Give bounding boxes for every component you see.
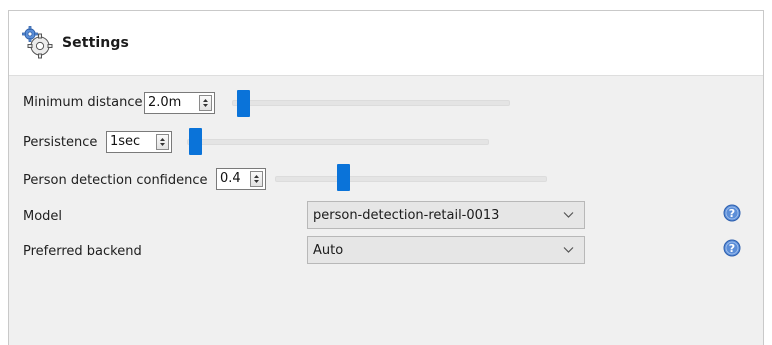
persistence-value: 1sec: [110, 134, 141, 149]
persistence-slider-thumb[interactable]: [189, 128, 202, 155]
persistence-spinbox[interactable]: 1sec: [106, 131, 172, 153]
model-dropdown[interactable]: person-detection-retail-0013: [307, 201, 585, 229]
min-distance-slider-thumb[interactable]: [237, 90, 250, 117]
model-label: Model: [23, 209, 63, 224]
confidence-spin-buttons[interactable]: [250, 171, 263, 187]
spin-arrows-icon: [203, 99, 208, 107]
svg-text:?: ?: [729, 242, 735, 255]
gears-icon: [22, 26, 53, 59]
min-distance-spin-buttons[interactable]: [199, 95, 212, 111]
confidence-slider-thumb[interactable]: [337, 164, 350, 191]
persistence-label: Persistence: [23, 135, 98, 150]
confidence-value: 0.4: [220, 171, 241, 186]
settings-panel: Settings Minimum distance 2.0m Persisten…: [8, 10, 764, 345]
backend-label: Preferred backend: [23, 244, 142, 259]
spin-arrows-icon: [160, 138, 165, 146]
backend-selected-value: Auto: [313, 243, 344, 258]
persistence-slider-track[interactable]: [187, 139, 489, 145]
backend-dropdown[interactable]: Auto: [307, 236, 585, 264]
page-title: Settings: [62, 35, 129, 51]
svg-text:?: ?: [729, 207, 735, 220]
confidence-spinbox[interactable]: 0.4: [216, 168, 266, 190]
min-distance-label: Minimum distance: [23, 95, 143, 110]
min-distance-spinbox[interactable]: 2.0m: [144, 92, 215, 114]
chevron-down-icon: [563, 247, 574, 253]
persistence-spin-buttons[interactable]: [156, 134, 169, 150]
spin-arrows-icon: [254, 175, 259, 183]
confidence-label: Person detection confidence: [23, 173, 208, 188]
chevron-down-icon: [563, 212, 574, 218]
min-distance-value: 2.0m: [148, 95, 182, 110]
min-distance-slider-track[interactable]: [232, 100, 510, 106]
model-selected-value: person-detection-retail-0013: [313, 208, 500, 223]
backend-help-icon[interactable]: ?: [723, 239, 741, 257]
confidence-slider-track[interactable]: [275, 176, 547, 182]
settings-header: Settings: [9, 11, 763, 76]
model-help-icon[interactable]: ?: [723, 204, 741, 222]
